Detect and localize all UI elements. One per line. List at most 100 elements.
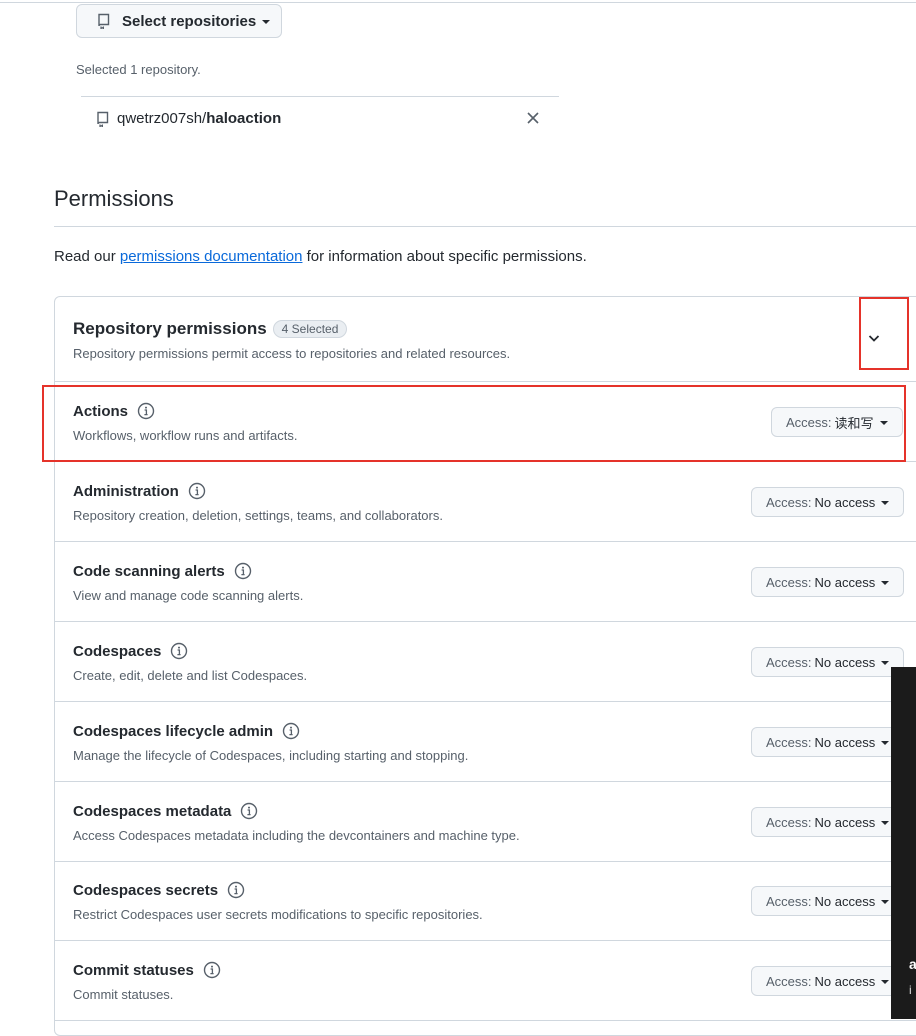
permission-name: Actions <box>73 402 155 420</box>
caret-down-icon <box>879 421 888 425</box>
permission-name-text: Codespaces lifecycle admin <box>73 722 274 740</box>
access-level-dropdown[interactable]: Access: No access <box>751 727 905 757</box>
permissions-documentation-link[interactable]: permissions documentation <box>120 248 303 265</box>
repo-icon <box>96 13 112 29</box>
permission-row: Commit statuses Commit statuses. Access: No… <box>55 941 916 1021</box>
access-prefix: Access: <box>766 814 812 830</box>
permission-description: Commit statuses. <box>73 987 174 1002</box>
selected-counter-badge: 4 Selected <box>272 320 348 338</box>
info-icon[interactable] <box>203 961 221 979</box>
repo-icon <box>95 111 111 127</box>
info-icon[interactable] <box>170 642 188 660</box>
caret-down-icon <box>881 980 890 984</box>
access-value: No access <box>814 973 876 989</box>
overlay-text-1: a <box>909 956 916 972</box>
collapse-toggle-button[interactable] <box>862 326 886 350</box>
permissions-heading: Permissions <box>54 186 174 211</box>
caret-down-icon <box>881 581 890 585</box>
access-prefix: Access: <box>766 494 812 510</box>
permission-row: Actions Workflows, workflow runs and arti… <box>55 382 916 462</box>
access-prefix: Access: <box>766 893 812 909</box>
info-icon[interactable] <box>282 722 300 740</box>
intro-text-before: Read our <box>54 248 120 265</box>
info-icon[interactable] <box>240 802 258 820</box>
access-level-dropdown[interactable]: Access: 读和写 <box>771 407 903 437</box>
access-prefix: Access: <box>786 414 832 430</box>
select-repositories-label: Select repositories <box>122 12 257 30</box>
permission-name-text: Codespaces secrets <box>73 881 219 899</box>
permission-row: Codespaces lifecycle admin Manage the lif… <box>55 702 916 782</box>
permission-description: Access Codespaces metadata including the… <box>73 828 520 843</box>
permission-description: Workflows, workflow runs and artifacts. <box>73 428 298 443</box>
permission-row: Administration Repository creation, delet… <box>55 462 916 542</box>
access-level-dropdown[interactable]: Access: No access <box>751 807 905 837</box>
permission-name-text: Codespaces metadata <box>73 802 232 820</box>
caret-down-icon <box>881 741 890 745</box>
access-value: No access <box>814 654 876 670</box>
access-value: No access <box>814 574 876 590</box>
remove-repository-button[interactable] <box>523 108 543 128</box>
permission-name: Codespaces <box>73 642 188 660</box>
info-icon[interactable] <box>227 881 245 899</box>
info-icon[interactable] <box>137 402 155 420</box>
close-icon <box>527 112 539 124</box>
select-repositories-button[interactable]: Select repositories <box>76 4 282 38</box>
permission-description: View and manage code scanning alerts. <box>73 588 304 603</box>
intro-text-after: for information about specific permissio… <box>302 248 587 265</box>
selected-repository-row: qwetrz007sh/haloaction <box>81 96 559 140</box>
permissions-intro: Read our permissions documentation for i… <box>54 248 587 265</box>
info-icon[interactable] <box>234 562 252 580</box>
access-value: No access <box>814 893 876 909</box>
access-level-dropdown[interactable]: Access: No access <box>751 487 905 517</box>
permission-description: Restrict Codespaces user secrets modific… <box>73 907 483 922</box>
permission-name-text: Actions <box>73 402 129 420</box>
repository-permissions-description: Repository permissions permit access to … <box>73 346 511 361</box>
permission-name: Codespaces secrets <box>73 881 245 899</box>
caret-down-icon <box>881 501 890 505</box>
repository-full-name[interactable]: qwetrz007sh/haloaction <box>117 110 281 127</box>
permission-row: Codespaces secrets Restrict Codespaces us… <box>55 861 916 941</box>
permission-name-text: Code scanning alerts <box>73 562 225 580</box>
caret-down-icon <box>881 661 890 665</box>
permission-name-text: Commit statuses <box>73 961 194 979</box>
access-level-dropdown[interactable]: Access: No access <box>751 886 905 916</box>
access-level-dropdown[interactable]: Access: No access <box>751 966 905 996</box>
repository-permissions-panel: Repository permissions 4 Selected Reposi… <box>54 296 916 1036</box>
access-level-dropdown[interactable]: Access: No access <box>751 567 905 597</box>
selected-count-text: Selected 1 repository. <box>76 62 201 77</box>
info-icon[interactable] <box>188 482 206 500</box>
caret-down-icon <box>881 900 890 904</box>
access-prefix: Access: <box>766 973 812 989</box>
access-value: No access <box>814 734 876 750</box>
access-level-dropdown[interactable]: Access: No access <box>751 647 905 677</box>
caret-down-icon <box>262 20 271 24</box>
access-prefix: Access: <box>766 654 812 670</box>
access-value: No access <box>814 814 876 830</box>
permission-row: Codespaces metadata Access Codespaces met… <box>55 782 916 862</box>
access-value: 读和写 <box>834 415 874 431</box>
access-prefix: Access: <box>766 574 812 590</box>
access-value: No access <box>814 494 876 510</box>
permission-name: Codespaces lifecycle admin <box>73 722 300 740</box>
permissions-divider <box>54 226 916 227</box>
repository-owner: qwetrz007sh/ <box>117 110 207 127</box>
permission-description: Create, edit, delete and list Codespaces… <box>73 668 308 683</box>
overlay-text-2: i <box>909 983 912 997</box>
repository-permissions-title-text: Repository permissions <box>73 319 267 338</box>
permission-name: Codespaces metadata <box>73 802 258 820</box>
permission-row: Code scanning alerts View and manage code… <box>55 542 916 622</box>
permission-name-text: Administration <box>73 482 179 500</box>
repository-permissions-header[interactable]: Repository permissions 4 Selected Reposi… <box>55 297 916 382</box>
permission-name: Commit statuses <box>73 961 221 979</box>
permission-description: Repository creation, deletion, settings,… <box>73 508 443 523</box>
top-divider <box>0 2 916 3</box>
permission-name: Code scanning alerts <box>73 562 252 580</box>
chevron-down-icon <box>868 335 880 342</box>
permission-name: Administration <box>73 482 206 500</box>
permission-name-text: Codespaces <box>73 642 162 660</box>
caret-down-icon <box>881 821 890 825</box>
permission-row: Codespaces Create, edit, delete and list … <box>55 622 916 702</box>
access-prefix: Access: <box>766 734 812 750</box>
permission-description: Manage the lifecycle of Codespaces, incl… <box>73 748 469 763</box>
repository-permissions-title: Repository permissions 4 Selected <box>73 319 348 339</box>
